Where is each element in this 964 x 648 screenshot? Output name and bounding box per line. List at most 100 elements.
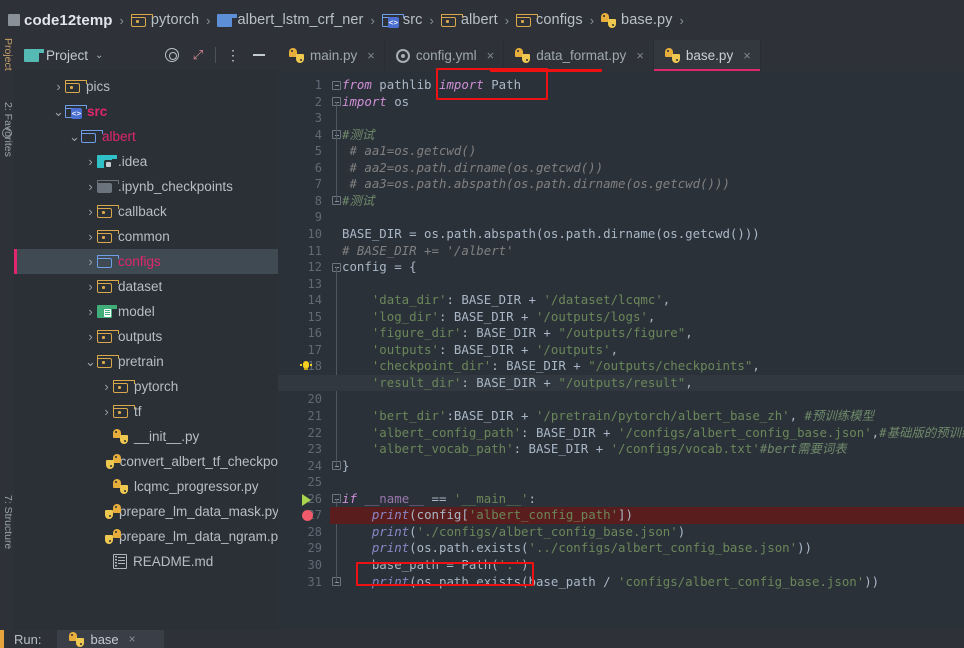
chevron-down-icon[interactable]: ⌄: [95, 50, 103, 61]
hide-tool-window-button[interactable]: [246, 42, 272, 68]
tree-item-callback[interactable]: › callback: [14, 199, 278, 224]
idea-folder-icon: [97, 155, 118, 169]
tree-item-pretrain[interactable]: ⌄ pretrain: [14, 349, 278, 374]
tree-item-prepare-lm-data-ngram-p[interactable]: prepare_lm_data_ngram.p: [14, 524, 278, 549]
options-menu-button[interactable]: ⋮: [220, 42, 246, 68]
close-icon[interactable]: ×: [367, 48, 375, 63]
editor-tab-main-py[interactable]: main.py ×: [278, 40, 385, 71]
breadcrumb-item-configs[interactable]: configs: [516, 0, 583, 40]
breadcrumb-item-pytorch[interactable]: pytorch: [130, 0, 199, 40]
code-line[interactable]: BASE_DIR = os.path.abspath(os.path.dirna…: [342, 226, 760, 243]
chevron-right-icon[interactable]: ›: [84, 204, 97, 219]
editor-tab-label: data_format.py: [536, 48, 627, 63]
close-icon[interactable]: ×: [743, 48, 751, 63]
close-icon[interactable]: ×: [487, 48, 495, 63]
editor-gutter[interactable]: 1234567891011121314151617181920212223242…: [278, 71, 330, 630]
chevron-down-icon[interactable]: ⌄: [68, 130, 81, 143]
code-line[interactable]: #测试: [342, 127, 374, 144]
tree-item-convert-albert-tf-checkpo[interactable]: convert_albert_tf_checkpo: [14, 449, 278, 474]
editor-fold-rail[interactable]: [330, 71, 342, 630]
select-opened-file-button[interactable]: [159, 42, 185, 68]
python-file-icon: [515, 48, 531, 63]
editor-tab-bar[interactable]: main.py × config.yml × data_format.py × base.p…: [278, 40, 964, 71]
editor-tab-config-yml[interactable]: config.yml ×: [385, 40, 505, 71]
code-line[interactable]: print(os.path.exists('../configs/albert_…: [342, 540, 812, 557]
chevron-right-icon[interactable]: ›: [84, 254, 97, 269]
line-number: 20: [307, 392, 322, 407]
close-icon[interactable]: ×: [129, 632, 136, 646]
chevron-right-icon[interactable]: ›: [84, 279, 97, 294]
strip-button-project[interactable]: Project: [0, 38, 14, 71]
code-line[interactable]: 'albert_config_path': BASE_DIR + '/confi…: [342, 425, 964, 442]
breadcrumb-item-albert[interactable]: albert: [440, 0, 498, 40]
code-line[interactable]: print(config['albert_config_path']): [342, 507, 633, 524]
chevron-right-icon[interactable]: ›: [84, 179, 97, 194]
python-file-icon: [664, 48, 680, 63]
tree-item-readme-md[interactable]: README.md: [14, 549, 278, 574]
code-line[interactable]: 'data_dir': BASE_DIR + '/dataset/lcqmc',: [342, 292, 670, 309]
code-line[interactable]: 'log_dir': BASE_DIR + '/outputs/logs',: [342, 309, 656, 326]
code-line[interactable]: from pathlib import Path: [342, 77, 521, 94]
code-line[interactable]: 'result_dir': BASE_DIR + "/outputs/resul…: [342, 375, 693, 392]
code-line[interactable]: # aa2=os.path.dirname(os.getcwd()): [342, 160, 603, 177]
tree-item-idea[interactable]: › .idea: [14, 149, 278, 174]
tree-item-prepare-lm-data-mask-py[interactable]: prepare_lm_data_mask.py: [14, 499, 278, 524]
code-line[interactable]: 'outputs': BASE_DIR + '/outputs',: [342, 342, 618, 359]
intention-bulb-icon[interactable]: [300, 360, 312, 372]
breadcrumb-item-src[interactable]: <> src: [381, 0, 423, 40]
tree-item-pics[interactable]: › pics: [14, 74, 278, 99]
project-tree[interactable]: › pics ⌄ <> src ⌄ albert › .idea › .ipynb_checkpoi…: [14, 70, 278, 630]
code-line[interactable]: # BASE_DIR += '/albert': [342, 243, 514, 260]
code-line[interactable]: #测试: [342, 193, 374, 210]
run-configuration-tab[interactable]: base ×: [57, 630, 164, 648]
database-icon[interactable]: [2, 128, 12, 138]
code-line[interactable]: if __name__ == '__main__':: [342, 491, 536, 508]
chevron-right-icon[interactable]: ›: [52, 79, 65, 94]
code-line[interactable]: base_path = Path('.'): [342, 557, 529, 574]
tree-item-src[interactable]: ⌄ <> src: [14, 99, 278, 124]
editor-code-area[interactable]: from pathlib import Path import os #测试 # a…: [278, 71, 964, 630]
code-line[interactable]: 'figure_dir': BASE_DIR + "/outputs/figur…: [342, 325, 693, 342]
chevron-right-icon[interactable]: ›: [100, 379, 113, 394]
chevron-right-icon[interactable]: ›: [84, 329, 97, 344]
tree-item-model[interactable]: › model: [14, 299, 278, 324]
tree-item-dataset[interactable]: › dataset: [14, 274, 278, 299]
tree-item-ipynb-checkpoints[interactable]: › .ipynb_checkpoints: [14, 174, 278, 199]
editor-tab-base-py[interactable]: base.py ×: [653, 40, 761, 71]
chevron-down-icon[interactable]: ⌄: [84, 355, 97, 368]
tree-item-albert[interactable]: ⌄ albert: [14, 124, 278, 149]
tree-item-outputs[interactable]: › outputs: [14, 324, 278, 349]
breadcrumb-item-albert-lstm-crf-ner[interactable]: albert_lstm_crf_ner: [217, 0, 363, 40]
code-line[interactable]: }: [342, 458, 349, 475]
code-line[interactable]: # aa1=os.getcwd(): [342, 143, 476, 160]
run-gutter-icon[interactable]: [302, 493, 311, 506]
tree-item-configs[interactable]: › configs: [14, 249, 278, 274]
code-fold-guide: [336, 101, 337, 201]
code-editor[interactable]: 1234567891011121314151617181920212223242…: [278, 71, 964, 630]
editor-tab-data-format-py[interactable]: data_format.py ×: [504, 40, 654, 71]
tree-item-tf[interactable]: › tf: [14, 399, 278, 424]
tree-item-init-py[interactable]: __init__.py: [14, 424, 278, 449]
code-line[interactable]: import os: [342, 94, 409, 111]
code-line[interactable]: 'checkpoint_dir': BASE_DIR + "/outputs/c…: [342, 358, 760, 375]
tree-item-common[interactable]: › common: [14, 224, 278, 249]
tree-item-lcqmc-progressor-py[interactable]: lcqmc_progressor.py: [14, 474, 278, 499]
code-line[interactable]: config = {: [342, 259, 417, 276]
chevron-right-icon[interactable]: ›: [84, 304, 97, 319]
code-line[interactable]: print(os.path.exists(base_path / 'config…: [342, 574, 879, 591]
chevron-right-icon[interactable]: ›: [100, 404, 113, 419]
breadcrumb-item-code12temp[interactable]: code12temp: [8, 0, 113, 40]
code-fold-toggle[interactable]: [332, 80, 341, 90]
breadcrumb-item-base-py[interactable]: base.py: [601, 0, 673, 40]
close-icon[interactable]: ×: [636, 48, 644, 63]
code-line[interactable]: # aa3=os.path.abspath(os.path.dirname(os…: [342, 176, 729, 193]
chevron-down-icon[interactable]: ⌄: [52, 105, 65, 118]
collapse-all-button[interactable]: ⤢: [185, 42, 211, 68]
chevron-right-icon[interactable]: ›: [84, 154, 97, 169]
code-line[interactable]: 'albert_vocab_path': BASE_DIR + '/config…: [342, 441, 847, 458]
chevron-right-icon[interactable]: ›: [84, 229, 97, 244]
code-line[interactable]: 'bert_dir':BASE_DIR + '/pretrain/pytorch…: [342, 408, 874, 425]
strip-button-structure[interactable]: 7: Structure: [0, 495, 14, 549]
code-line[interactable]: print('./configs/albert_config_base.json…: [342, 524, 685, 541]
tree-item-pytorch[interactable]: › pytorch: [14, 374, 278, 399]
